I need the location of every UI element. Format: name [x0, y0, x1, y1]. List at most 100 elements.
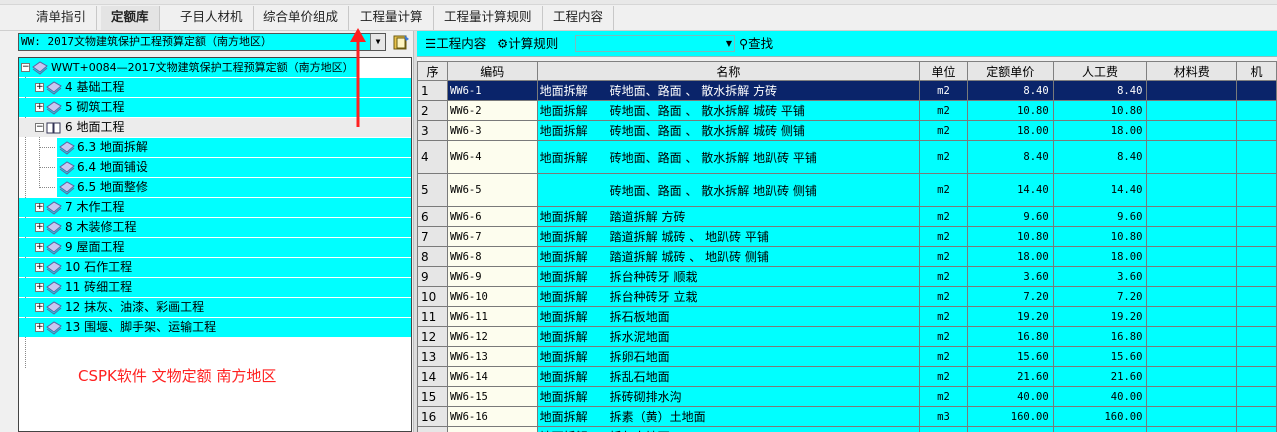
table-row[interactable]: 7 WW6-7 地面拆解 踏道拆解 城砖 、 地趴砖 平铺 m2 10.80 10.80 [417, 226, 1277, 247]
chevron-down-icon[interactable]: ▼ [724, 36, 734, 51]
cell-name-detail: 砖地面、路面 、 散水拆解 城砖 平铺 [609, 104, 805, 118]
table-row[interactable]: 13 WW6-13 地面拆解 拆卵石地面 m2 15.60 15.60 [417, 346, 1277, 367]
cell-name: 地面拆解 拆台种砖牙 立栽 [536, 286, 921, 307]
col-header-machine-cost[interactable]: 机 [1236, 61, 1277, 81]
cell-material-cost [1146, 346, 1238, 367]
table-row[interactable]: 14 WW6-14 地面拆解 拆乱石地面 m2 21.60 21.60 [417, 366, 1277, 387]
calc-rule-label: 计算规则 [508, 36, 559, 51]
cell-unit: m2 [919, 326, 968, 347]
table-row[interactable]: 4 WW6-4 地面拆解 砖地面、路面 、 散水拆解 地趴砖 平铺 m2 8.40 8.40 [417, 140, 1277, 174]
table-row[interactable]: 1 WW6-1 地面拆解 砖地面、路面 、 散水拆解 方砖 m2 8.40 8.40 [417, 80, 1277, 101]
cell-name-detail: 拆砖砌排水沟 [609, 390, 682, 404]
cell-name: 地面拆解 踏道拆解 方砖 [536, 206, 921, 227]
tab-quantity-calc-rules[interactable]: 工程量计算规则 [434, 6, 543, 30]
cell-code: WW6-13 [446, 346, 538, 367]
cell-labor-cost: 18.00 [1052, 120, 1148, 141]
table-row[interactable]: 5 WW6-5 砖地面、路面 、 散水拆解 地趴砖 侧铺 m2 14.40 14.40 [417, 173, 1277, 207]
work-content-button[interactable]: ☰工程内容 [425, 35, 486, 53]
tree-node-label: 12 抹灰、油漆、彩画工程 [65, 300, 205, 314]
col-header-unit[interactable]: 单位 [919, 61, 968, 81]
calc-rule-button[interactable]: ⚙计算规则 [497, 35, 558, 53]
cell-unit: m2 [919, 80, 968, 101]
tree-node-root[interactable]: − WWT+0084—2017文物建筑保护工程预算定额（南方地区） [19, 58, 359, 77]
cell-machine-cost [1236, 426, 1277, 432]
table-row[interactable]: 10 WW6-10 地面拆解 拆台种砖牙 立栽 m2 7.20 7.20 [417, 286, 1277, 307]
find-button[interactable]: ⚲查找 [739, 35, 773, 53]
tree-expander[interactable]: + [35, 203, 44, 212]
cell-machine-cost [1236, 140, 1277, 174]
col-header-labor-cost[interactable]: 人工费 [1052, 61, 1148, 81]
cell-seq: 8 [417, 246, 448, 267]
tree-expander[interactable]: + [35, 323, 44, 332]
cell-unit-price: 9.60 [966, 206, 1054, 227]
table-row[interactable]: 3 WW6-3 地面拆解 砖地面、路面 、 散水拆解 城砖 侧铺 m2 18.00 18.0… [417, 120, 1277, 141]
tree-expander[interactable]: + [35, 243, 44, 252]
table-row[interactable]: 15 WW6-15 地面拆解 拆砖砌排水沟 m2 40.00 40.00 [417, 386, 1277, 407]
cell-machine-cost [1236, 120, 1277, 141]
cell-code: WW6-10 [446, 286, 538, 307]
tab-unit-price-composition[interactable]: 综合单价组成 [253, 6, 350, 30]
quota-library-select[interactable]: WW: 2017文物建筑保护工程预算定额（南方地区） ▼ [18, 33, 386, 51]
cell-name: 地面拆解 踏道拆解 城砖 、 地趴砖 侧铺 [536, 246, 921, 267]
cell-machine-cost [1236, 80, 1277, 101]
tree-expander[interactable]: + [35, 223, 44, 232]
cell-labor-cost: 21.60 [1052, 366, 1148, 387]
tree-expander[interactable]: − [21, 63, 30, 72]
tree-expander[interactable]: + [35, 283, 44, 292]
tab-sub-item-labor-material-machine[interactable]: 子目人材机 [170, 6, 254, 30]
table-row[interactable]: 6 WW6-6 地面拆解 踏道拆解 方砖 m2 9.60 9.60 [417, 206, 1277, 227]
cell-unit-price: 172.80 [966, 426, 1054, 432]
tree-node-label: 13 围堰、脚手架、运输工程 [65, 320, 217, 334]
chevron-down-icon[interactable]: ▼ [370, 34, 385, 50]
cell-labor-cost: 18.00 [1052, 246, 1148, 267]
open-book-icon[interactable] [391, 33, 411, 52]
cell-material-cost [1146, 173, 1238, 207]
table-row[interactable]: 17WW6-17地面拆解拆灰土地面m3172.80172.80 [417, 426, 1277, 432]
tree-expander[interactable]: + [35, 303, 44, 312]
table-row[interactable]: 16 WW6-16 地面拆解 拆素（黄）土地面 m3 160.00 160.00 [417, 406, 1277, 427]
cell-name: 地面拆解 拆卵石地面 [536, 346, 921, 367]
tree-expander[interactable]: + [35, 263, 44, 272]
cell-name-category: 地面拆解 [539, 104, 588, 118]
cell-machine-cost [1236, 306, 1277, 327]
cell-code: WW6-5 [446, 173, 538, 207]
col-header-code[interactable]: 编码 [446, 61, 538, 81]
cell-seq: 13 [417, 346, 448, 367]
cell-name: 地面拆解 拆素（黄）土地面 [536, 406, 921, 427]
tree-expander[interactable]: + [35, 103, 44, 112]
tree-expander[interactable]: + [35, 83, 44, 92]
tab-quota-library[interactable]: 定额库 [101, 6, 160, 30]
cell-code: WW6-6 [446, 206, 538, 227]
col-header-unit-price[interactable]: 定额单价 [966, 61, 1054, 81]
top-strip [0, 0, 1277, 5]
cell-unit: m2 [919, 346, 968, 367]
tab-work-content[interactable]: 工程内容 [543, 6, 615, 30]
quota-book-icon [46, 240, 62, 255]
col-header-seq[interactable]: 序 [417, 61, 448, 81]
tab-list-guide[interactable]: 清单指引 [26, 6, 98, 30]
cell-unit: m2 [919, 366, 968, 387]
table-row[interactable]: 9 WW6-9 地面拆解 拆台种砖牙 顺栽 m2 3.60 3.60 [417, 266, 1277, 287]
tree-expander[interactable]: − [35, 123, 44, 132]
col-header-material-cost[interactable]: 材料费 [1146, 61, 1238, 81]
tree-node-label: 6.3 地面拆解 [77, 140, 148, 154]
table-row[interactable]: 2 WW6-2 地面拆解 砖地面、路面 、 散水拆解 城砖 平铺 m2 10.80 10.8… [417, 100, 1277, 121]
table-row[interactable]: 12 WW6-12 地面拆解 拆水泥地面 m2 16.80 16.80 [417, 326, 1277, 347]
search-input[interactable]: ▼ [575, 35, 735, 52]
col-header-name[interactable]: 名称 [536, 61, 921, 81]
tree-node-label: 11 砖细工程 [65, 280, 133, 294]
cell-machine-cost [1236, 346, 1277, 367]
table-row[interactable]: 11 WW6-11 地面拆解 拆石板地面 m2 19.20 19.20 [417, 306, 1277, 327]
cell-name-detail: 拆台种砖牙 立栽 [609, 290, 698, 304]
cell-seq: 14 [417, 366, 448, 387]
cell-unit-price: 7.20 [966, 286, 1054, 307]
cell-code: WW6-3 [446, 120, 538, 141]
table-row[interactable]: 8 WW6-8 地面拆解 踏道拆解 城砖 、 地趴砖 侧铺 m2 18.00 18.00 [417, 246, 1277, 267]
cell-machine-cost [1236, 226, 1277, 247]
binoculars-icon: ⚲ [739, 36, 749, 51]
tree-node-label: WWT+0084—2017文物建筑保护工程预算定额（南方地区） [51, 61, 354, 74]
cell-name-detail: 拆石板地面 [609, 310, 670, 324]
table-header-row: 序 编码 名称 单位 定额单价 人工费 材料费 机 [417, 61, 1277, 81]
cell-seq: 2 [417, 100, 448, 121]
cell-material-cost [1146, 100, 1238, 121]
